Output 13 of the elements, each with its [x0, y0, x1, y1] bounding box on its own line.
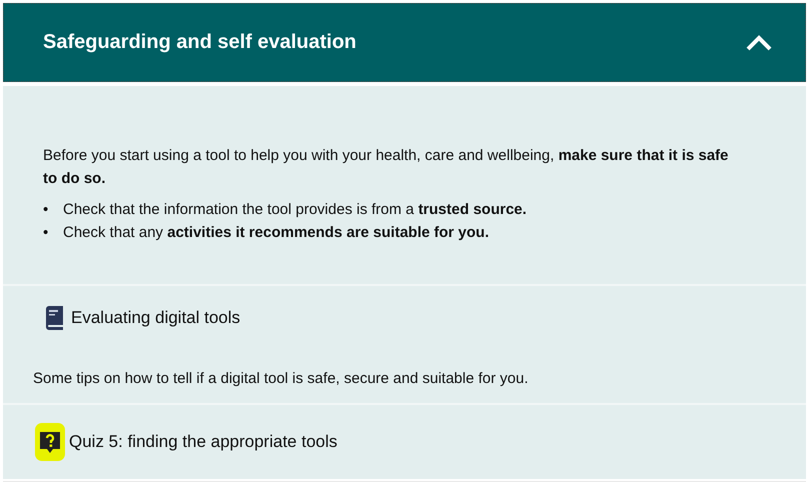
chevron-up-icon [745, 34, 773, 52]
section-title: Safeguarding and self evaluation [43, 31, 356, 54]
book-icon [43, 306, 65, 330]
activity-link[interactable]: Quiz 5: finding the appropriate tools [69, 432, 338, 452]
section-header[interactable]: Safeguarding and self evaluation [3, 3, 806, 82]
question-bubble-icon [39, 431, 61, 455]
bullet-item: Check that the information the tool provides is from a trusted source. [63, 200, 527, 220]
bullet-item: Check that any activities it recommends are suitable for you. [63, 223, 490, 243]
bullet-marker: • [43, 223, 50, 243]
bullet-marker: • [43, 200, 50, 220]
intro-paragraph: Before you start using a tool to help you with your health, care and wellbeing, make sure that it is safe to do so. [43, 146, 730, 189]
activity-link[interactable]: Evaluating digital tools [71, 308, 240, 328]
activity-description: Some tips on how to tell if a digital tool is safe, secure and suitable for you. [33, 370, 530, 387]
